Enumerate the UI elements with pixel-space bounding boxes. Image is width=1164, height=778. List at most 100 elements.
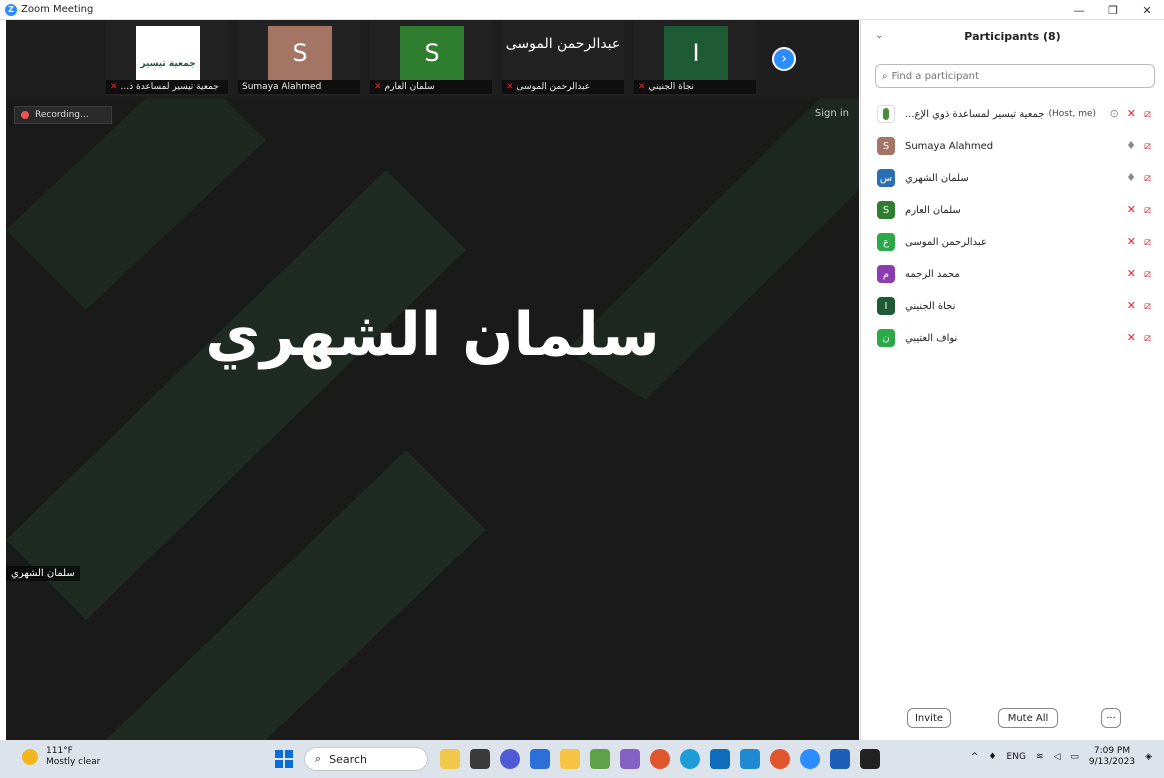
close-button[interactable]: ✕ [1130,0,1164,20]
participant-search[interactable]: ⌕ [875,64,1155,88]
participant-row[interactable]: م محمد الرجمه ✕ ⧄ [861,258,1164,290]
moon-weather-icon [22,749,38,765]
video-off-icon[interactable]: ⧄ [1144,331,1151,345]
participant-row[interactable]: س سلمان الشهري ♦ ⧄ [861,162,1164,194]
more-options-button[interactable]: ··· [1101,708,1121,728]
participant-controls: ✕ ⧄ [1127,235,1151,249]
participant-avatar: S [877,137,895,155]
host-tag: (Host, me) [1048,109,1097,119]
thumbnail-name-bar: ✕ نجاة الجنيني [634,80,756,94]
mic-muted-icon[interactable]: ✕ [1127,331,1136,345]
mic-muted-icon[interactable]: ✕ [1127,299,1136,313]
mic-muted-icon[interactable]: ✕ [1127,235,1136,249]
thumbnail-name-bar: Sumaya Alahmed [238,80,360,94]
window-title: Zoom Meeting [21,4,94,15]
participant-name: سلمان الشهري [905,172,969,184]
participant-thumbnail[interactable]: جمعية تيسير ✕ جمعية تيسير لمساعدة ذ... [106,22,228,96]
participant-thumbnail[interactable]: I ✕ نجاة الجنيني [634,22,756,96]
system-tray: ^ ♦ ENG ≋ ◁ ▭ 7:09 PM 9/13/2023 ◈ [971,746,1152,768]
clock[interactable]: 7:09 PM 9/13/2023 [1089,746,1135,768]
video-off-icon[interactable]: ⧄ [1144,139,1151,153]
mute-all-button[interactable]: Mute All [998,708,1058,728]
microphone-icon[interactable]: ♦ [988,752,996,762]
avatar-tile: S [400,26,464,80]
windows-taskbar: 111°F Mostly clear ⌕ Search ^ ♦ ENG ≋ ◁ … [0,740,1164,778]
search-icon: ⌕ [315,752,322,765]
participant-name: جمعية تيسير لمساعدة ذوي الإع... [905,108,1045,120]
thumbnail-big-name: عبدالرحمن الموسى [505,36,621,52]
participant-row[interactable]: ن نواف العتيبي ✕ ⧄ [861,322,1164,354]
widget-icon[interactable] [440,749,460,769]
participant-thumbnail[interactable]: S Sumaya Alahmed [238,22,360,96]
app-icon[interactable] [530,749,550,769]
participant-row[interactable]: S سلمان العارم ✕ ⧄ [861,194,1164,226]
language-indicator[interactable]: ENG [1007,752,1026,762]
app-icon[interactable] [590,749,610,769]
thumbnail-name: نجاة الجنيني [648,82,694,92]
wifi-icon[interactable]: ≋ [1036,752,1044,762]
chrome-icon[interactable] [770,749,790,769]
outlook-icon[interactable] [710,749,730,769]
thumbnail-name: جمعية تيسير لمساعدة ذ... [120,82,219,92]
participant-row[interactable]: I نجاة الجنيني ✕ ⧄ [861,290,1164,322]
chevron-up-icon[interactable]: ^ [971,752,979,762]
next-page-arrow-icon[interactable]: › [772,47,796,71]
taskbar-search-label: Search [329,752,367,766]
word-icon[interactable] [830,749,850,769]
vscode-icon[interactable] [740,749,760,769]
recording-status-icon: ⊙ [1109,107,1119,120]
mic-muted-icon[interactable]: ✕ [1127,203,1136,217]
participant-avatar: I [877,297,895,315]
participant-name: عبدالرحمن الموسى [905,236,987,248]
participant-name: نجاة الجنيني [905,300,956,312]
volume-icon[interactable]: ◁ [1053,752,1060,762]
app-icon[interactable] [860,749,880,769]
participant-row[interactable]: جمعية تيسير لمساعدة ذوي الإع... (Host, m… [861,98,1164,130]
participant-name: Sumaya Alahmed [905,140,994,152]
mic-muted-icon: ✕ [638,82,646,92]
task-view-icon[interactable] [470,749,490,769]
panel-footer: Invite Mute All ··· [861,708,1164,730]
participant-thumbnail[interactable]: S ✕ سلمان العارم [370,22,492,96]
visual-studio-icon[interactable] [620,749,640,769]
zoom-taskbar-icon[interactable] [800,749,820,769]
org-logo-text: جمعية تيسير [140,59,196,69]
restore-button[interactable]: ❐ [1096,0,1130,20]
chat-icon[interactable] [500,749,520,769]
participant-avatar: ع [877,233,895,251]
video-off-icon[interactable]: ⧄ [1144,267,1151,281]
sign-in-link[interactable]: Sign in [815,108,849,119]
invite-button[interactable]: Invite [907,708,951,728]
recording-indicator[interactable]: Recording... [14,106,112,124]
video-off-icon[interactable]: ⧄ [1144,107,1151,121]
search-icon: ⌕ [882,70,888,82]
participant-search-input[interactable] [891,70,1154,82]
participant-controls: ♦ ⧄ [1126,139,1151,153]
mic-muted-icon[interactable]: ✕ [1127,267,1136,281]
minimize-button[interactable]: — [1062,0,1096,20]
active-speaker-name: سلمان الشهري [205,300,660,370]
window-controls: — ❐ ✕ [1062,0,1164,20]
battery-icon[interactable]: ▭ [1070,752,1079,762]
taskbar-search[interactable]: ⌕ Search [304,747,428,771]
mic-muted-icon: ✕ [110,82,118,92]
mic-muted-icon: ✕ [506,82,514,92]
participant-avatar: م [877,265,895,283]
mic-on-icon[interactable]: ♦ [1126,139,1136,153]
mic-speaking-icon[interactable]: ♦ [1126,171,1136,185]
video-off-icon[interactable]: ⧄ [1144,299,1151,313]
notifications-icon[interactable]: ◈ [1145,752,1152,762]
video-off-icon[interactable]: ⧄ [1144,203,1151,217]
participant-thumbnail[interactable]: عبدالرحمن الموسى ✕ عبدالرحمن الموسى [502,22,624,96]
video-off-icon[interactable]: ⧄ [1144,171,1151,185]
chrome-icon[interactable] [650,749,670,769]
file-explorer-icon[interactable] [560,749,580,769]
weather-widget[interactable]: 111°F Mostly clear [22,746,100,768]
mic-muted-icon[interactable]: ✕ [1127,107,1136,121]
video-off-icon[interactable]: ⧄ [1144,235,1151,249]
participant-row[interactable]: S Sumaya Alahmed ♦ ⧄ [861,130,1164,162]
start-button-windows-icon[interactable] [275,750,293,768]
participant-controls: ⊙ ✕ ⧄ [1110,107,1151,121]
edge-icon[interactable] [680,749,700,769]
participant-row[interactable]: ع عبدالرحمن الموسى ✕ ⧄ [861,226,1164,258]
